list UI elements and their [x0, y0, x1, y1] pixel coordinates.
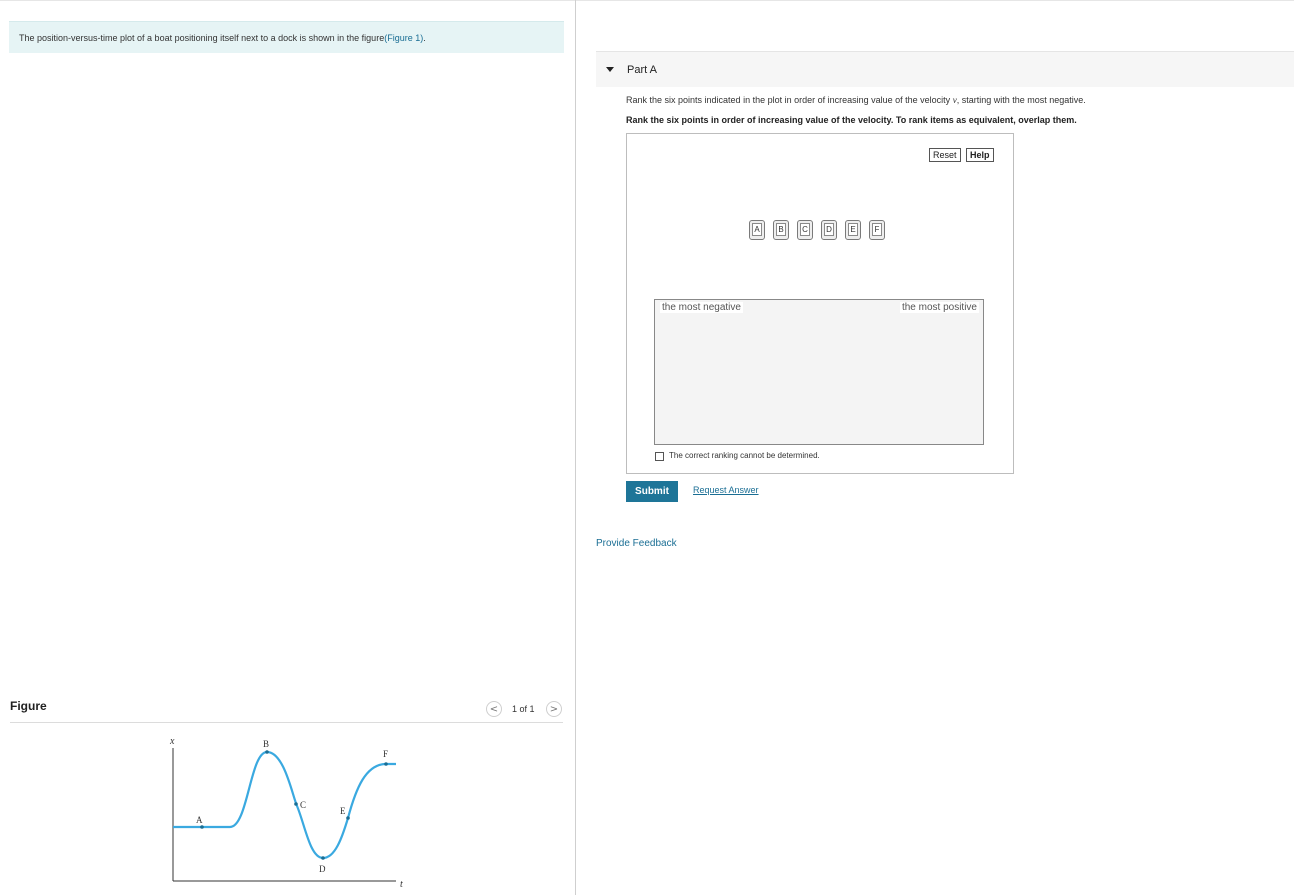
point-f-dot [384, 762, 388, 766]
provide-feedback-link[interactable]: Provide Feedback [596, 538, 677, 549]
pane-divider [575, 0, 576, 895]
part-title: Part A [627, 64, 657, 76]
point-d-dot [321, 856, 325, 860]
point-label-b: B [263, 739, 269, 749]
tile-f[interactable]: F [869, 220, 885, 240]
reset-button[interactable]: Reset [929, 148, 961, 162]
tile-e[interactable]: E [845, 220, 861, 240]
t-axis-label: t [400, 879, 403, 890]
tile-d[interactable]: D [821, 220, 837, 240]
tile-a[interactable]: A [749, 220, 765, 240]
ranking-widget: Reset Help A B C D E F the most negative… [626, 133, 1014, 474]
figure-divider [10, 722, 563, 723]
point-a-dot [200, 825, 204, 829]
tile-b[interactable]: B [773, 220, 789, 240]
help-button[interactable]: Help [966, 148, 994, 162]
tile-c[interactable]: C [797, 220, 813, 240]
point-label-f: F [383, 749, 388, 759]
part-a-header[interactable]: Part A [596, 51, 1294, 87]
cannot-determine-checkbox[interactable] [655, 452, 664, 461]
left-pane: The position-versus-time plot of a boat … [0, 0, 575, 895]
cannot-determine-label: The correct ranking cannot be determined… [669, 451, 820, 460]
tile-e-label: E [848, 223, 858, 236]
tile-d-label: D [824, 223, 834, 236]
point-c-dot [294, 802, 298, 806]
point-label-c: C [300, 800, 306, 810]
most-negative-label: the most negative [660, 302, 743, 313]
point-b-dot [265, 750, 269, 754]
most-positive-label: the most positive [899, 302, 979, 313]
prev-figure-button[interactable]: < [486, 701, 502, 717]
tile-c-label: C [800, 223, 810, 236]
tile-f-label: F [872, 223, 882, 236]
point-label-e: E [340, 806, 346, 816]
intro-text: The position-versus-time plot of a boat … [19, 33, 385, 43]
question-text: Rank the six points indicated in the plo… [626, 95, 1086, 105]
point-label-d: D [319, 864, 326, 874]
tile-b-label: B [776, 223, 786, 236]
intro-end: . [423, 33, 426, 43]
problem-intro: The position-versus-time plot of a boat … [9, 21, 564, 53]
position-time-plot: x t A B C D E F [169, 736, 403, 890]
question-post: , starting with the most negative. [956, 95, 1086, 105]
next-figure-button[interactable]: > [546, 701, 562, 717]
point-label-a: A [196, 815, 203, 825]
tile-a-label: A [752, 223, 762, 236]
ranking-instruction: Rank the six points in order of increasi… [626, 115, 1077, 125]
submit-button[interactable]: Submit [626, 481, 678, 502]
figure-link[interactable]: (Figure 1) [384, 33, 423, 43]
ranking-drop-area[interactable]: the most negative the most positive [654, 299, 984, 445]
point-e-dot [346, 816, 350, 820]
position-curve [173, 750, 396, 860]
request-answer-link[interactable]: Request Answer [693, 485, 759, 495]
question-pre: Rank the six points indicated in the plo… [626, 95, 953, 105]
figure-pager-text: 1 of 1 [512, 704, 535, 714]
collapse-triangle-icon[interactable] [606, 67, 614, 72]
figure-heading: Figure [10, 699, 47, 713]
x-axis-label: x [169, 736, 175, 747]
